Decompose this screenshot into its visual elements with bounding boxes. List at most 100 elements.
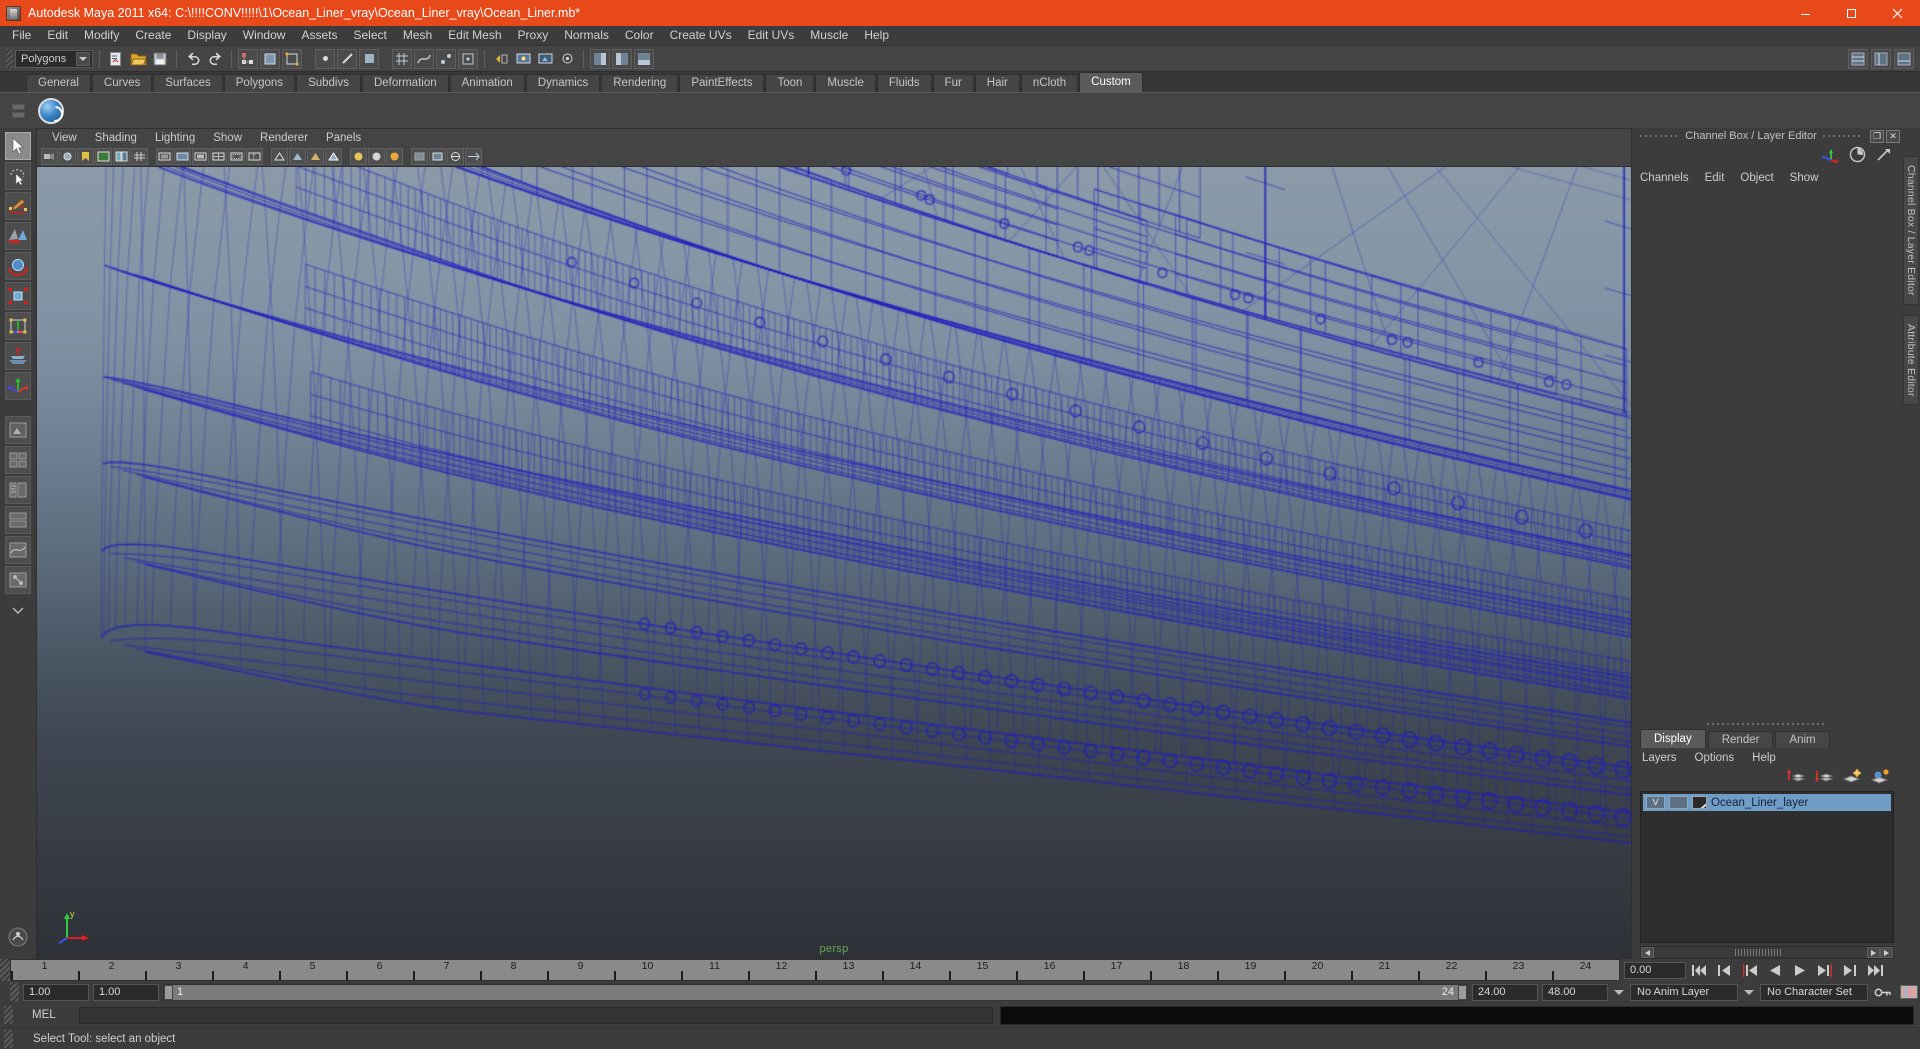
panel-drag-dots-left[interactable] — [1640, 133, 1680, 139]
select-by-hierarchy-button[interactable] — [238, 48, 258, 69]
select-by-component-button[interactable] — [282, 48, 302, 69]
command-language-label[interactable]: MEL — [18, 1009, 74, 1021]
resolution-gate-icon[interactable] — [174, 147, 191, 165]
menu-select[interactable]: Select — [345, 26, 394, 45]
wireframe-shading-icon[interactable] — [271, 147, 288, 165]
layer-tab-anim[interactable]: Anim — [1775, 731, 1830, 748]
layer-color-swatch[interactable] — [1692, 796, 1707, 809]
chevron-down-icon[interactable] — [76, 51, 90, 66]
play-forwards-icon[interactable] — [1789, 961, 1811, 979]
safe-title-icon[interactable]: T — [246, 147, 263, 165]
viewport-menu-renderer[interactable]: Renderer — [251, 130, 317, 146]
new-layer-from-selected-icon[interactable] — [1870, 768, 1890, 788]
shelf-tab-toon[interactable]: Toon — [765, 74, 815, 92]
move-layer-up-icon[interactable] — [1786, 768, 1806, 788]
texture-toggle-icon[interactable] — [350, 147, 367, 165]
isolate-select-icon[interactable] — [465, 147, 482, 165]
bookmark-icon[interactable] — [77, 147, 94, 165]
menu-help[interactable]: Help — [856, 26, 897, 45]
shelf-tab-custom[interactable]: Custom — [1079, 72, 1143, 92]
go-to-start-icon[interactable] — [1689, 961, 1711, 979]
component-edge-button[interactable] — [337, 48, 357, 69]
shelf-scroll-down-icon[interactable] — [11, 111, 25, 118]
menu-edit[interactable]: Edit — [39, 26, 76, 45]
menuset-selector[interactable]: Polygons — [15, 49, 93, 68]
select-tool[interactable] — [5, 132, 31, 160]
shelf-tab-fluids[interactable]: Fluids — [876, 74, 932, 92]
layout-persp-outliner[interactable] — [5, 476, 31, 504]
menu-assets[interactable]: Assets — [293, 26, 345, 45]
layout-persp-graph[interactable] — [5, 536, 31, 564]
snap-to-view-plane-button[interactable] — [458, 48, 478, 69]
snap-to-grid-button[interactable] — [392, 48, 412, 69]
shelf-options-handle[interactable] — [2, 93, 34, 129]
smooth-shade-selected-icon[interactable] — [307, 147, 324, 165]
viewport-menu-shading[interactable]: Shading — [86, 130, 146, 146]
range-slider-grip[interactable] — [10, 983, 19, 1001]
vtab-channel-box-layer-editor[interactable]: Channel Box / Layer Editor — [1903, 156, 1919, 305]
sidebar-channelbox-toggle[interactable] — [590, 48, 610, 69]
layer-menu-options[interactable]: Options — [1695, 752, 1735, 764]
channelbox-menu-show[interactable]: Show — [1790, 172, 1829, 184]
range-start-handle[interactable] — [164, 984, 173, 1000]
shelf-tab-subdivs[interactable]: Subdivs — [296, 74, 361, 92]
scroll-end-icon[interactable] — [1880, 947, 1893, 958]
ipr-render-button[interactable] — [535, 49, 555, 69]
vtab-attribute-editor[interactable]: Attribute Editor — [1903, 314, 1919, 406]
construction-history-button[interactable] — [491, 49, 511, 69]
twopane-icon[interactable] — [113, 147, 130, 165]
menu-file[interactable]: File — [4, 26, 39, 45]
shelf-tab-fur[interactable]: Fur — [932, 74, 974, 92]
shelf-tab-dynamics[interactable]: Dynamics — [525, 74, 601, 92]
panel-drag-dots-right[interactable] — [1822, 133, 1862, 139]
layer-tab-display[interactable]: Display — [1640, 729, 1706, 748]
save-scene-button[interactable] — [150, 49, 170, 69]
minimize-button[interactable] — [1782, 0, 1828, 26]
shelf-tab-hair[interactable]: Hair — [974, 74, 1020, 92]
xray-joints-icon[interactable] — [429, 147, 446, 165]
layout-four-view[interactable] — [5, 446, 31, 474]
gate-mask-icon[interactable] — [192, 147, 209, 165]
anim-layer-field[interactable]: No Anim Layer — [1630, 983, 1738, 1001]
select-camera-icon[interactable] — [41, 147, 58, 165]
layer-editor-icon[interactable] — [1875, 146, 1892, 166]
move-layer-down-icon[interactable] — [1814, 768, 1834, 788]
channelbox-menu-object[interactable]: Object — [1740, 172, 1783, 184]
snap-to-point-button[interactable] — [436, 48, 456, 69]
play-backwards-icon[interactable] — [1764, 961, 1786, 979]
range-end-handle[interactable] — [1458, 984, 1467, 1000]
menu-muscle[interactable]: Muscle — [802, 26, 856, 45]
playback-start-time-field[interactable]: 1.00 — [93, 983, 159, 1001]
panel-undock-button[interactable]: ❐ — [1870, 129, 1884, 143]
channel-box-icon[interactable] — [1822, 147, 1840, 166]
layout-hypershade-persp[interactable] — [5, 506, 31, 534]
grid-toggle-icon[interactable] — [131, 147, 148, 165]
character-set-field[interactable]: No Character Set — [1760, 983, 1868, 1001]
animation-preferences-icon[interactable] — [1898, 983, 1920, 1001]
scroll-left-icon[interactable] — [1641, 947, 1654, 958]
scroll-track[interactable] — [1654, 947, 1867, 958]
safe-action-icon[interactable] — [228, 147, 245, 165]
range-slider[interactable]: 1 24 — [163, 983, 1468, 1001]
anim-layer-dropdown-icon[interactable] — [1612, 989, 1626, 995]
new-layer-icon[interactable] — [1842, 768, 1862, 788]
channelbox-content[interactable] — [1632, 188, 1902, 721]
shelf-tab-painteffects[interactable]: PaintEffects — [679, 74, 765, 92]
layer-visibility-toggle[interactable]: V — [1646, 796, 1665, 809]
render-settings-button[interactable] — [557, 49, 577, 69]
toolbox-more-layouts[interactable] — [5, 596, 31, 624]
camera-attributes-icon[interactable] — [59, 147, 76, 165]
shadow-toggle-icon[interactable] — [386, 147, 403, 165]
channelbox-menu-edit[interactable]: Edit — [1705, 172, 1735, 184]
layout-single-perspective[interactable] — [5, 416, 31, 444]
show-manipulator-tool[interactable] — [5, 372, 31, 400]
shelf-tab-muscle[interactable]: Muscle — [815, 74, 876, 92]
help-line-grip[interactable] — [4, 1029, 13, 1048]
redo-button[interactable] — [205, 49, 225, 69]
show-tool-settings-icon[interactable] — [1894, 49, 1914, 69]
layer-row-ocean-liner[interactable]: V Ocean_Liner_layer — [1643, 794, 1891, 811]
layout-persp-relationship[interactable] — [5, 566, 31, 594]
undo-button[interactable] — [183, 49, 203, 69]
menu-create-uvs[interactable]: Create UVs — [662, 26, 740, 45]
step-back-keyframe-icon[interactable] — [1714, 961, 1736, 979]
